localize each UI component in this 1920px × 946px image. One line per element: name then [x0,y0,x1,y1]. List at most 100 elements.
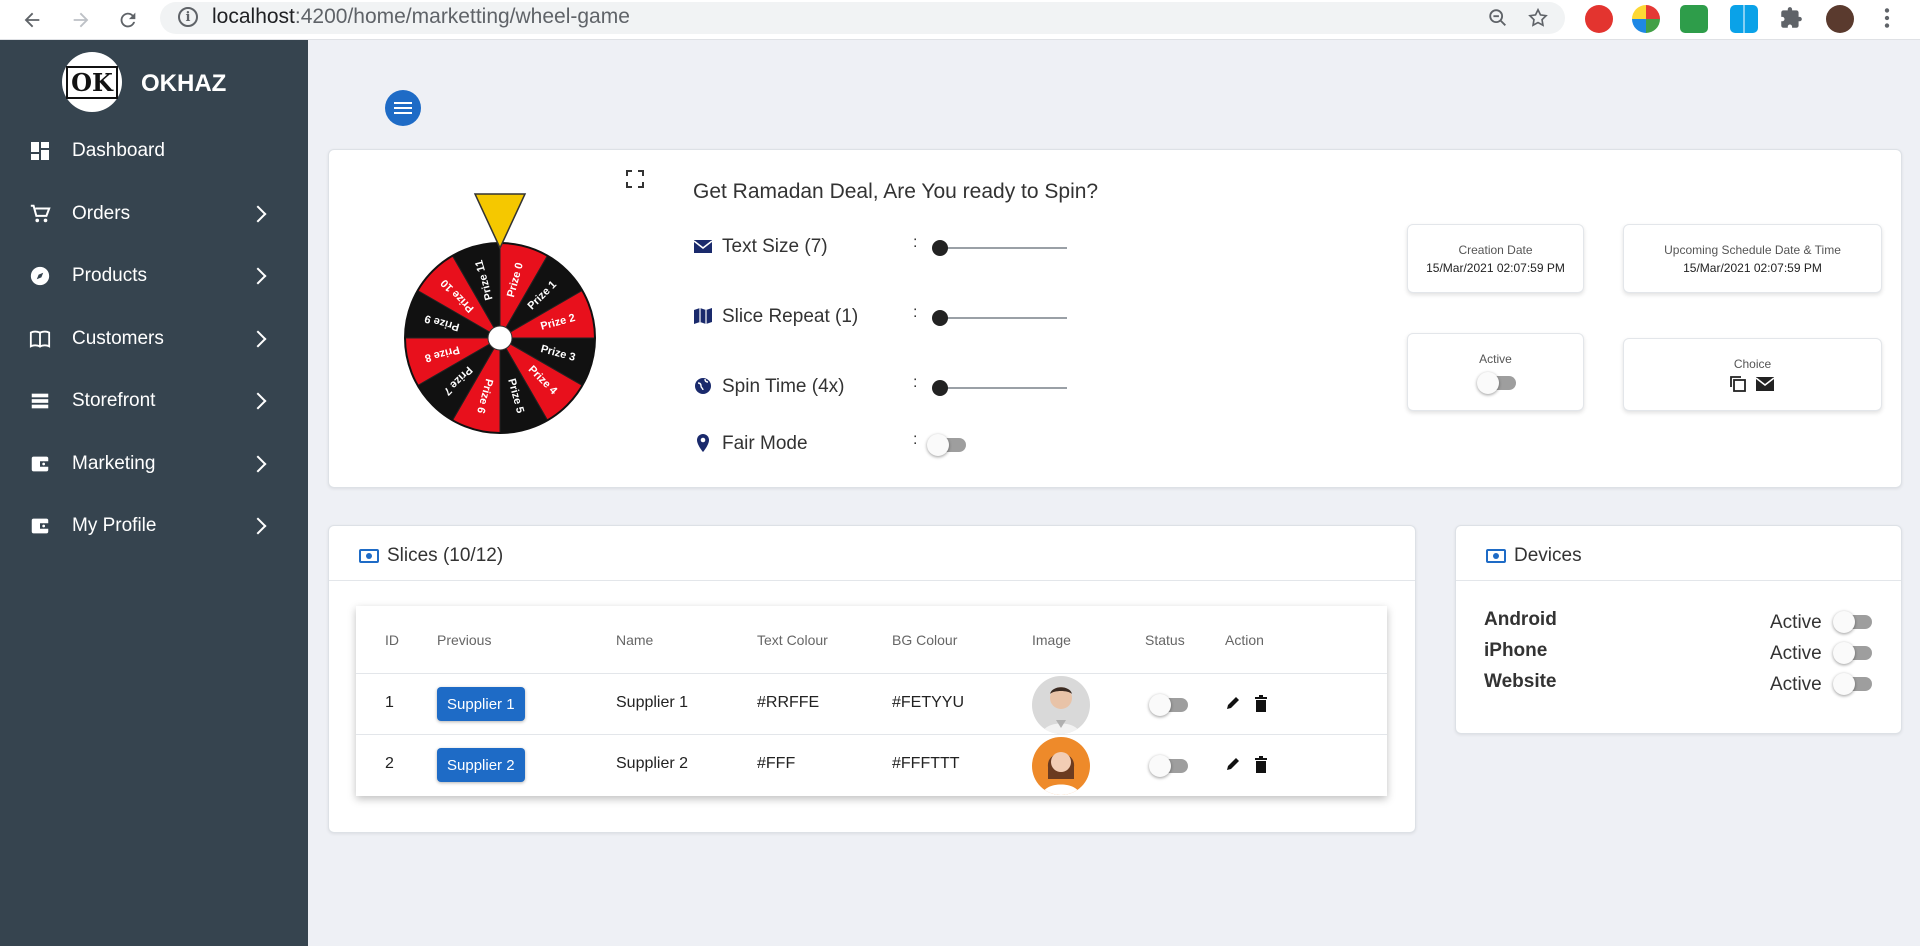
url-text: localhost:4200/home/marketting/wheel-gam… [212,5,630,28]
woman-avatar [1032,737,1090,795]
reload-icon [120,12,136,28]
browser-toolbar: i localhost:4200/home/marketting/wheel-g… [0,0,1920,40]
table-header-previous[interactable]: Previous [437,632,491,648]
extension-stop-icon[interactable] [1585,5,1613,33]
chevron-right-icon [249,330,267,347]
status-toggle[interactable] [1149,694,1188,716]
device-toggle-website[interactable] [1833,673,1872,695]
cart-icon [29,203,51,225]
control-slider[interactable] [932,380,1067,396]
sidebar-item-label: Orders [72,202,131,224]
sidebar-item-label: Customers [72,327,164,349]
sidebar-item-dashboard[interactable]: Dashboard [0,128,308,174]
wallet-icon [29,515,51,537]
book-icon [29,328,51,350]
active-toggle[interactable] [1477,372,1516,394]
control-colon: : [913,374,918,391]
envelope-icon [693,236,713,256]
cell-bg-colour: #FETYYU [892,694,965,711]
slices-title: Slices (10/12) [387,545,504,566]
chevron-right-icon [249,455,267,472]
delete-icon[interactable] [1253,756,1269,774]
sidebar-item-orders[interactable]: Orders [0,191,308,237]
table-header-id[interactable]: ID [385,632,399,648]
sidebar-item-marketing[interactable]: Marketing [0,441,308,487]
schedule-date-box: Upcoming Schedule Date & Time 15/Mar/202… [1623,224,1882,293]
compass-icon [29,265,51,287]
menu-toggle-button[interactable] [385,90,421,126]
cell-text-colour: #RRFFE [757,694,820,711]
arrow-left-icon [24,12,40,28]
device-toggle-iphone[interactable] [1833,642,1872,664]
address-bar[interactable]: i localhost:4200/home/marketting/wheel-g… [160,2,1565,34]
extension-colorwheel-icon[interactable] [1632,5,1660,33]
slider-thumb[interactable] [932,240,948,256]
delete-icon[interactable] [1253,695,1269,713]
prize-wheel[interactable]: Prize 0 Prize 1Prize 2Prize 3Prize 4Prize… [396,192,604,440]
bookmark-star-icon[interactable] [1525,5,1551,31]
table-header-text-colour[interactable]: Text Colour [757,632,828,648]
control-text-size-7: Text Size (7): [693,230,1113,262]
email-icon[interactable] [1755,376,1775,392]
control-fair-mode: Fair Mode: [693,427,1113,459]
control-slice-repeat-1: Slice Repeat (1): [693,300,1113,332]
choice-box: Choice [1623,338,1882,411]
map-icon [693,306,713,326]
creation-date-value: 15/Mar/2021 02:07:59 PM [1426,261,1565,275]
cell-id: 2 [385,755,394,772]
edit-icon[interactable] [1225,695,1241,713]
slices-card-header: Slices (10/12) [329,526,1415,581]
choice-label: Choice [1733,357,1772,371]
creation-date-label: Creation Date [1458,243,1533,257]
devices-title: Devices [1514,545,1582,566]
info-icon[interactable]: i [178,7,198,27]
copy-icon[interactable] [1728,374,1748,394]
edit-icon[interactable] [1225,756,1241,774]
creation-date-box: Creation Date 15/Mar/2021 02:07:59 PM [1407,224,1584,293]
brand-logo[interactable]: OK [62,52,122,112]
sidebar-item-products[interactable]: Products [0,253,308,299]
table-header-name[interactable]: Name [616,632,653,648]
money-icon [359,549,379,563]
reload-button[interactable] [114,6,142,34]
extension-windows-icon[interactable] [1730,5,1758,33]
device-status-label: Active [1770,612,1822,633]
device-toggle-android[interactable] [1833,611,1872,633]
sidebar-item-my-profile[interactable]: My Profile [0,503,308,549]
more-vert-icon[interactable] [1874,5,1902,33]
dashboard-icon [29,140,51,162]
control-label: Spin Time (4x) [722,376,845,397]
fair-mode-toggle[interactable] [927,434,966,456]
device-name-website: Website [1484,671,1557,692]
sidebar-item-storefront[interactable]: Storefront [0,378,308,424]
sidebar-item-customers[interactable]: Customers [0,316,308,362]
previous-supplier-button[interactable]: Supplier 2 [437,748,525,782]
pin-icon [693,433,713,453]
device-status-label: Active [1770,674,1822,695]
money-icon [1486,549,1506,563]
back-button[interactable] [18,6,46,34]
sidebar: OK OKHAZ Dashboard Orders Products Customer… [0,40,308,946]
zoom-out-icon[interactable] [1485,5,1511,31]
fullscreen-icon[interactable] [626,170,644,188]
forward-button[interactable] [67,6,95,34]
schedule-date-label: Upcoming Schedule Date & Time [1664,243,1841,257]
globe-icon [693,376,713,396]
table-header-image[interactable]: Image [1032,632,1071,648]
table-header-status[interactable]: Status [1145,632,1185,648]
slider-thumb[interactable] [932,310,948,326]
status-toggle[interactable] [1149,755,1188,777]
puzzle-icon[interactable] [1778,5,1806,33]
slider-thumb[interactable] [932,380,948,396]
device-name-android: Android [1484,609,1557,630]
control-spin-time-4x: Spin Time (4x): [693,370,1113,402]
control-slider[interactable] [932,240,1067,256]
extension-green-icon[interactable] [1680,5,1708,33]
previous-supplier-button[interactable]: Supplier 1 [437,687,525,721]
profile-avatar[interactable] [1826,5,1854,33]
wheel-hub[interactable] [487,325,513,351]
chevron-right-icon [249,517,267,535]
table-header-action[interactable]: Action [1225,632,1264,648]
control-slider[interactable] [932,310,1067,326]
table-header-bg-colour[interactable]: BG Colour [892,632,957,648]
